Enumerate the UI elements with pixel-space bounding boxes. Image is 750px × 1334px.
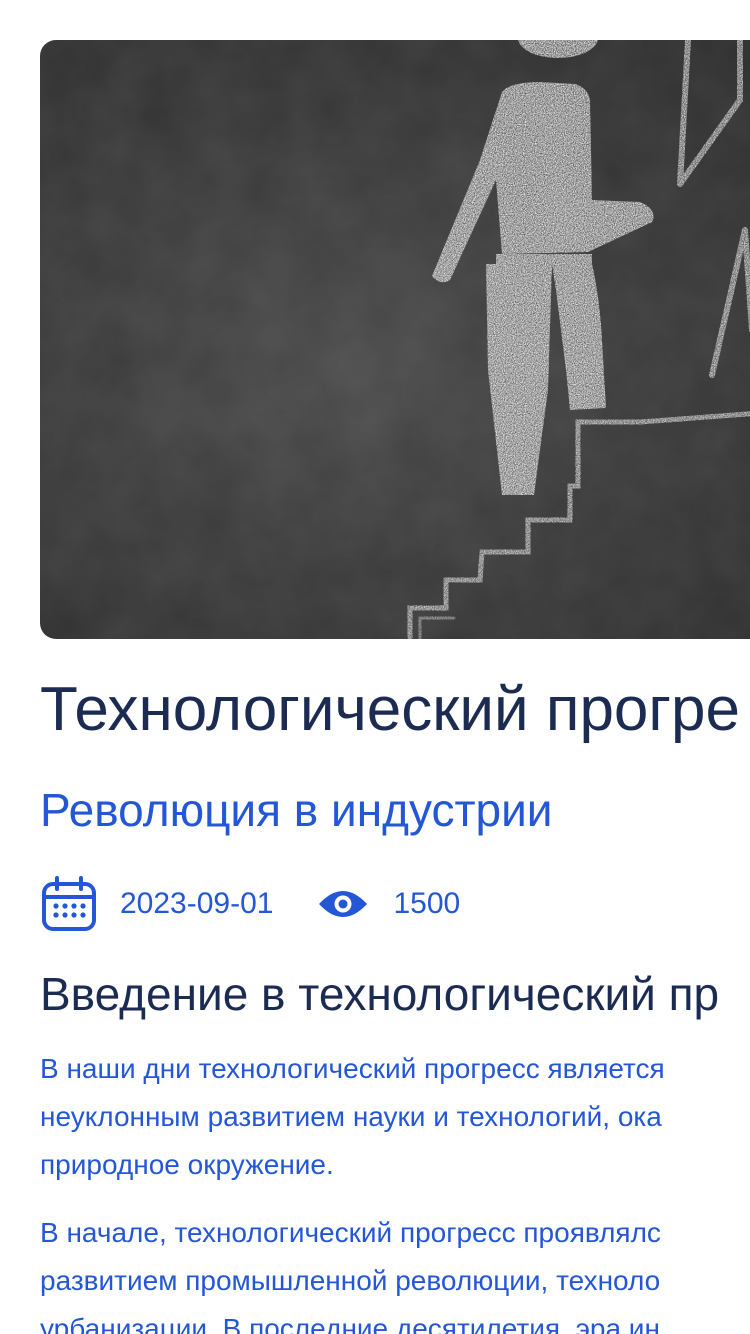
eye-icon bbox=[317, 884, 369, 924]
article-subtitle: Революция в индустрии bbox=[40, 784, 553, 836]
hero-image[interactable] bbox=[40, 40, 750, 639]
article-paragraph: В наши дни технологический прогресс явля… bbox=[40, 1053, 665, 1180]
article-paragraph: В начале, технологический прогресс прояв… bbox=[40, 1217, 661, 1334]
calendar-icon bbox=[40, 876, 98, 932]
publish-date: 2023-09-01 bbox=[120, 887, 274, 920]
article-meta: 2023-09-01 1500 bbox=[40, 876, 460, 932]
section-title: Введение в технологический пр bbox=[40, 968, 720, 1020]
view-count: 1500 bbox=[393, 887, 461, 920]
article-page: Технологический прогре Революция в индус… bbox=[0, 0, 750, 1334]
chalk-drawing bbox=[40, 40, 750, 639]
article-title: Технологический прогре bbox=[40, 675, 740, 744]
